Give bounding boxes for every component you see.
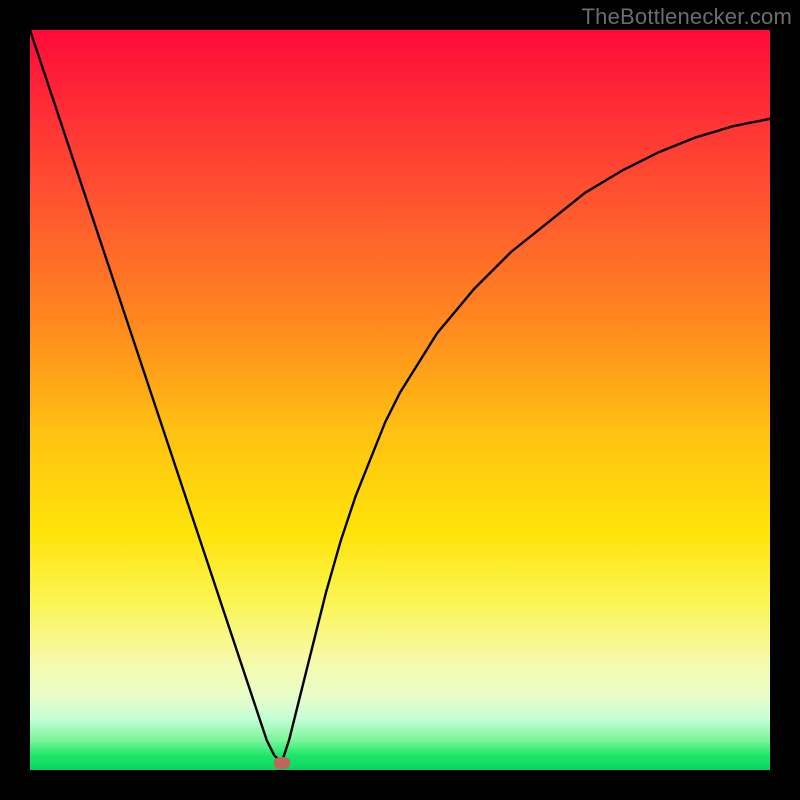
watermark-text: TheBottlenecker.com xyxy=(582,4,792,30)
chart-frame: TheBottlenecker.com xyxy=(0,0,800,800)
bottleneck-curve xyxy=(30,30,770,770)
plot-area xyxy=(30,30,770,770)
curve-path xyxy=(30,30,770,763)
minimum-marker xyxy=(274,757,290,769)
